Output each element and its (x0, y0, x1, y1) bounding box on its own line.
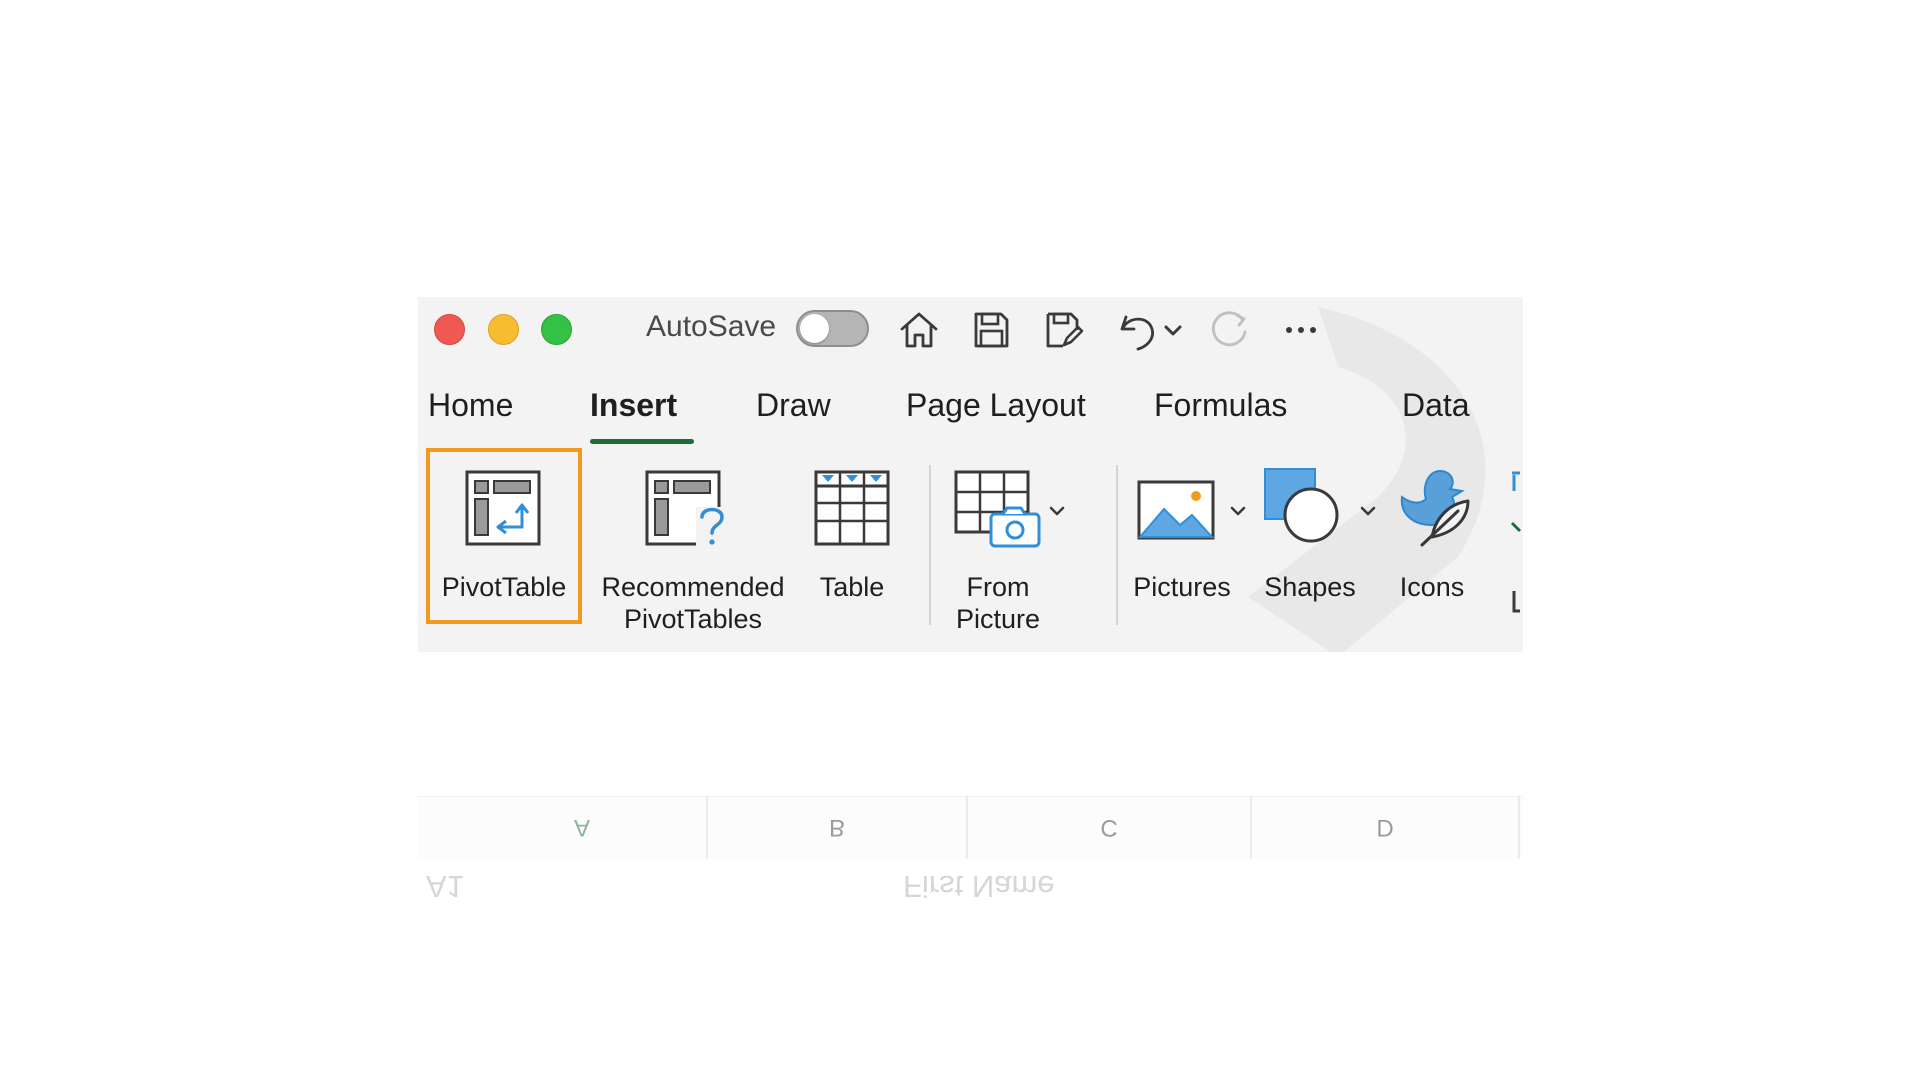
from-picture-label-line1: From (966, 572, 1030, 602)
ribbon-separator (929, 465, 931, 625)
from-picture-label-line2: Picture (955, 604, 1041, 634)
from-picture-button[interactable]: From Picture (943, 457, 1073, 634)
pictures-icon (1137, 480, 1215, 540)
reflected-column-header-d: D (1252, 796, 1520, 859)
cut-off-ribbon-icon[interactable] (1510, 471, 1523, 631)
tab-page-layout[interactable]: Page Layout (906, 387, 1086, 424)
pictures-label: Pictures (1133, 572, 1231, 602)
from-picture-dropdown-icon[interactable] (1047, 501, 1067, 521)
window-reflection: A B C D A1 First Name (418, 796, 1523, 914)
icons-icon (1400, 469, 1470, 547)
save-icon[interactable] (966, 305, 1016, 355)
shapes-icon (1264, 468, 1339, 543)
undo-icon[interactable] (1112, 305, 1162, 355)
pictures-button[interactable]: Pictures (1126, 457, 1256, 617)
pivottable-icon (465, 470, 541, 546)
table-button[interactable]: Table (804, 457, 900, 617)
tab-insert[interactable]: Insert (590, 387, 677, 424)
excel-window: AutoSave Home Insert Draw Page Layout Fo… (418, 297, 1523, 652)
pictures-dropdown-icon[interactable] (1228, 501, 1248, 521)
tab-home[interactable]: Home (428, 387, 513, 424)
shapes-dropdown-icon[interactable] (1358, 501, 1378, 521)
recommended-pivottables-icon (645, 470, 732, 547)
recommended-pivottables-button[interactable]: Recommended PivotTables (588, 457, 798, 634)
close-window-button[interactable] (434, 314, 465, 345)
pivottable-button[interactable]: PivotTable (430, 457, 578, 617)
reflected-formula-content: First Name (903, 869, 1055, 904)
shapes-button[interactable]: Shapes (1254, 457, 1386, 617)
reflected-column-header-c: C (968, 796, 1252, 859)
more-options-icon[interactable] (1276, 305, 1326, 355)
from-picture-icon (954, 470, 1041, 548)
reflected-column-header-a: A (458, 796, 708, 859)
tab-formulas[interactable]: Formulas (1154, 387, 1287, 424)
active-tab-indicator (590, 439, 694, 444)
autosave-label: AutoSave (646, 310, 777, 343)
reflected-column-header-b: B (708, 796, 968, 859)
autosave-toggle[interactable] (796, 310, 869, 347)
table-icon (814, 470, 890, 546)
home-icon[interactable] (894, 305, 944, 355)
icons-label: Icons (1399, 572, 1465, 602)
redo-icon[interactable] (1204, 305, 1254, 355)
table-label: Table (819, 572, 885, 602)
minimize-window-button[interactable] (488, 314, 519, 345)
tab-draw[interactable]: Draw (756, 387, 831, 424)
tab-data[interactable]: Data (1402, 387, 1470, 424)
icons-button[interactable]: Icons (1384, 457, 1484, 617)
save-as-icon[interactable] (1038, 305, 1088, 355)
reflected-name-box: A1 (426, 869, 464, 904)
ribbon-separator (1116, 465, 1118, 625)
pivottable-label: PivotTable (441, 572, 567, 602)
autosave-toggle-knob (800, 314, 829, 343)
recommended-pivottables-label-line1: Recommended (601, 572, 785, 602)
shapes-label: Shapes (1264, 572, 1356, 602)
undo-dropdown-icon[interactable] (1158, 305, 1188, 355)
maximize-window-button[interactable] (541, 314, 572, 345)
recommended-pivottables-label-line2: PivotTables (623, 604, 763, 634)
